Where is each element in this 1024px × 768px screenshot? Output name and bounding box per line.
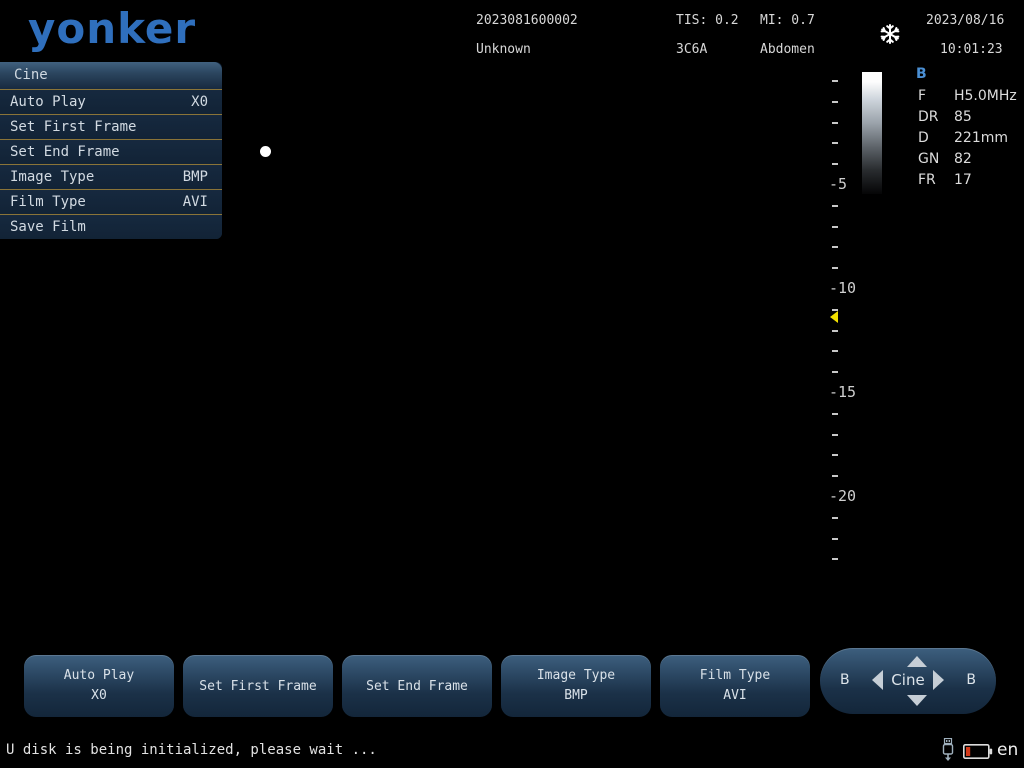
- snowflake-icon: [878, 22, 902, 46]
- system-date: 2023/08/16: [926, 13, 1004, 28]
- param-value: 221mm: [954, 128, 1024, 149]
- depth-tick: [832, 454, 838, 456]
- param-key: F: [918, 86, 954, 107]
- param-row: GN 82: [918, 149, 1024, 170]
- pointer-cursor: [260, 146, 271, 157]
- depth-tick: [832, 350, 838, 352]
- depth-tick: [832, 122, 838, 124]
- softkey-set-end-frame[interactable]: Set End Frame: [342, 655, 492, 717]
- softkey-film-type[interactable]: Film Type AVI: [660, 655, 810, 717]
- status-bar: U disk is being initialized, please wait…: [0, 735, 1024, 768]
- menu-item-label: Set End Frame: [10, 140, 120, 164]
- menu-item-set-first-frame[interactable]: Set First Frame: [0, 115, 222, 140]
- exam-preset: Abdomen: [760, 42, 815, 57]
- imaging-mode-label: B: [916, 66, 1024, 82]
- chevron-right-icon[interactable]: [933, 670, 944, 690]
- menu-item-label: Set First Frame: [10, 115, 136, 139]
- softkey-auto-play[interactable]: Auto Play X0: [24, 655, 174, 717]
- param-key: DR: [918, 107, 954, 128]
- menu-item-set-end-frame[interactable]: Set End Frame: [0, 140, 222, 165]
- imaging-parameter-panel: B F H5.0MHz DR 85 D 221mm GN 82 FR 17: [910, 62, 1024, 191]
- depth-tick: [832, 330, 838, 332]
- menu-item-film-type[interactable]: Film Type AVI: [0, 190, 222, 215]
- patient-name: Unknown: [476, 42, 531, 57]
- param-row: FR 17: [918, 170, 1024, 191]
- menu-item-value: X0: [191, 90, 208, 114]
- softkey-set-first-frame[interactable]: Set First Frame: [183, 655, 333, 717]
- cine-nav-center-label: Cine: [820, 671, 996, 689]
- depth-tick: [832, 163, 838, 165]
- mi-readout: MI: 0.7: [760, 13, 815, 28]
- status-message: U disk is being initialized, please wait…: [6, 742, 377, 758]
- softkey-label: Set First Frame: [199, 677, 316, 696]
- param-value: 17: [954, 170, 1024, 191]
- chevron-up-icon[interactable]: [907, 656, 927, 667]
- softkey-value: BMP: [564, 685, 587, 707]
- battery-low-icon: [963, 744, 993, 759]
- depth-tick: [832, 371, 838, 373]
- menu-item-value: AVI: [183, 190, 208, 214]
- softkey-label: Film Type: [700, 666, 770, 685]
- param-row: D 221mm: [918, 128, 1024, 149]
- chevron-left-icon[interactable]: [872, 670, 883, 690]
- menu-item-auto-play[interactable]: Auto Play X0: [0, 90, 222, 115]
- tis-readout: TIS: 0.2: [676, 13, 739, 28]
- depth-tick: [832, 267, 838, 269]
- depth-tick: [832, 205, 838, 207]
- param-row: F H5.0MHz: [918, 86, 1024, 107]
- grayscale-map-bar: [862, 72, 882, 194]
- param-key: GN: [918, 149, 954, 170]
- menu-item-label: Image Type: [10, 165, 94, 189]
- system-time: 10:01:23: [940, 42, 1003, 57]
- cine-navigation-control[interactable]: B B Cine: [820, 648, 996, 714]
- depth-tick-label: -20: [829, 487, 856, 505]
- menu-item-label: Auto Play: [10, 90, 86, 114]
- cine-menu-panel[interactable]: Cine Auto Play X0 Set First Frame Set En…: [0, 62, 222, 239]
- depth-tick-label: -15: [829, 383, 856, 401]
- depth-tick: [832, 538, 838, 540]
- param-key: D: [918, 128, 954, 149]
- depth-tick: [832, 558, 838, 560]
- param-value: 82: [954, 149, 1024, 170]
- softkey-value: AVI: [723, 685, 746, 707]
- menu-item-label: Film Type: [10, 190, 86, 214]
- depth-tick: [832, 517, 838, 519]
- softkey-label: Auto Play: [64, 666, 134, 685]
- softkey-value: X0: [91, 685, 107, 707]
- menu-item-value: BMP: [183, 165, 208, 189]
- patient-id: 2023081600002: [476, 13, 578, 28]
- usb-icon: [939, 738, 957, 762]
- softkey-image-type[interactable]: Image Type BMP: [501, 655, 651, 717]
- param-value: H5.0MHz: [954, 86, 1024, 107]
- chevron-down-icon[interactable]: [907, 695, 927, 706]
- depth-tick: [832, 475, 838, 477]
- depth-tick-label: -10: [829, 279, 856, 297]
- depth-tick: [832, 226, 838, 228]
- depth-tick: [832, 80, 838, 82]
- depth-tick: [832, 434, 838, 436]
- depth-tick: [832, 246, 838, 248]
- softkey-label: Image Type: [537, 666, 615, 685]
- menu-item-label: Save Film: [10, 215, 86, 239]
- depth-tick: [832, 142, 838, 144]
- depth-tick-label: -5: [829, 175, 847, 193]
- top-header-bar: yonker 2023081600002 Unknown TIS: 0.2 3C…: [0, 0, 1024, 62]
- param-row: DR 85: [918, 107, 1024, 128]
- param-key: FR: [918, 170, 954, 191]
- menu-item-save-film[interactable]: Save Film: [0, 215, 222, 239]
- focus-marker-icon: [830, 311, 838, 323]
- param-value: 85: [954, 107, 1024, 128]
- probe-id: 3C6A: [676, 42, 707, 57]
- depth-tick: [832, 101, 838, 103]
- depth-tick: [832, 413, 838, 415]
- cine-menu-title: Cine: [0, 62, 222, 90]
- softkey-label: Set End Frame: [366, 677, 468, 696]
- language-indicator: en: [997, 740, 1018, 760]
- brand-logo: yonker: [28, 6, 196, 52]
- menu-item-image-type[interactable]: Image Type BMP: [0, 165, 222, 190]
